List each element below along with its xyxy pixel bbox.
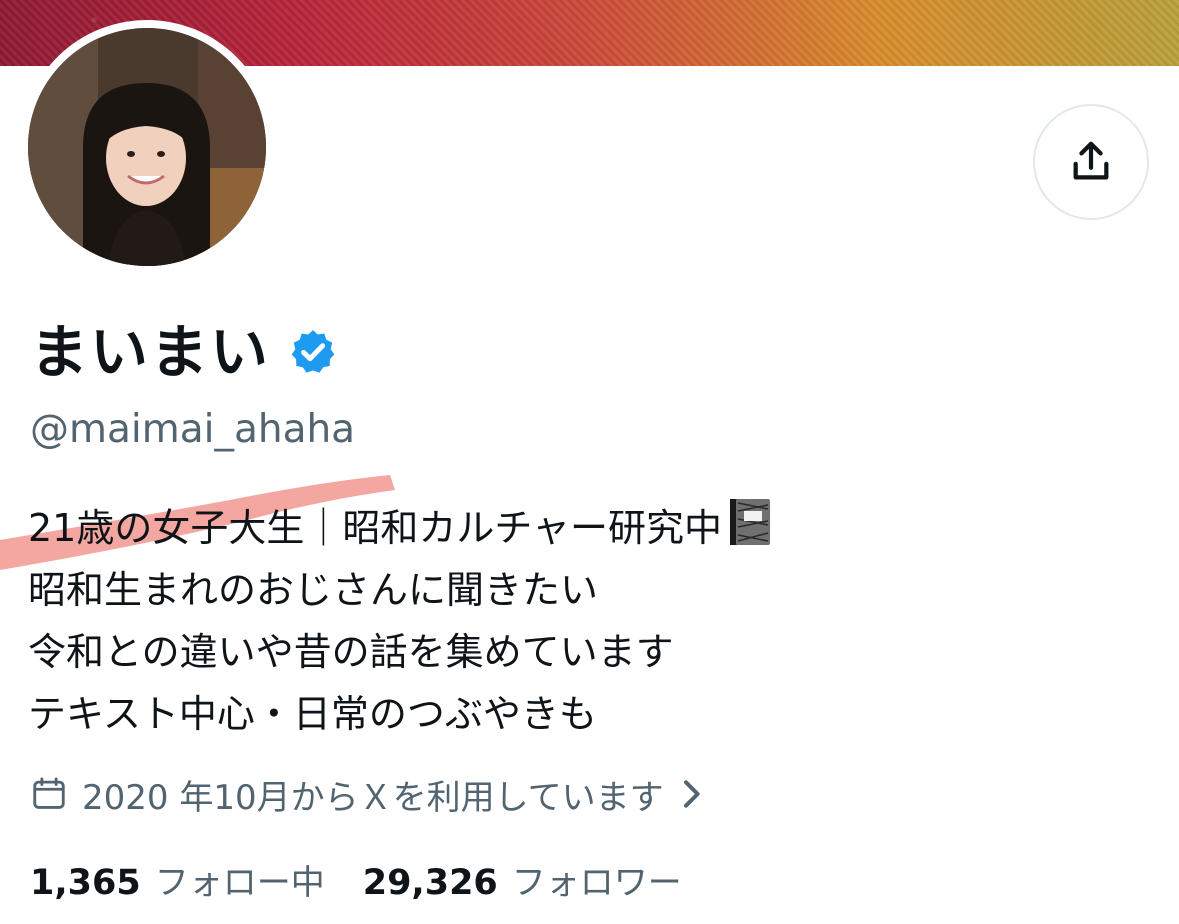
calendar-icon bbox=[33, 777, 65, 809]
bio-line-4: テキスト中心・日常のつぶやきも bbox=[28, 692, 597, 736]
joined-date-link[interactable]: 2020 年10月からＸを利用しています bbox=[30, 768, 702, 820]
avatar[interactable] bbox=[28, 28, 266, 266]
followers-count: 29,326 bbox=[362, 862, 498, 903]
joined-text: 2020 年10月からＸを利用しています bbox=[82, 777, 664, 818]
following-label: フォロー中 bbox=[154, 862, 325, 903]
bio-line-1-text: 21歳の女子大生｜昭和カルチャー研究中 bbox=[28, 506, 722, 550]
bio-line-3: 令和との違いや昔の話を集めています bbox=[28, 630, 674, 674]
handle: @maimai_ahaha bbox=[30, 407, 356, 452]
following-count: 1,365 bbox=[30, 862, 141, 903]
bio-line-2: 昭和生まれのおじさんに聞きたい bbox=[28, 568, 599, 612]
follow-stats: 1,365 フォロー中 29,326 フォロワー bbox=[30, 852, 720, 906]
notebook-icon bbox=[729, 499, 770, 545]
verified-badge-icon[interactable] bbox=[288, 327, 338, 377]
following-link[interactable]: 1,365 フォロー中 bbox=[30, 855, 325, 904]
avatar-photo bbox=[28, 28, 266, 266]
share-upload-icon bbox=[1073, 141, 1109, 180]
display-name: まいまい bbox=[30, 318, 271, 386]
name-row: まいまい bbox=[30, 316, 338, 388]
bio: 21歳の女子大生｜昭和カルチャー研究中 昭和生まれのおじさんに聞きたい 令和との… bbox=[28, 497, 772, 745]
followers-label: フォロワー bbox=[511, 862, 682, 903]
share-button[interactable] bbox=[1033, 104, 1149, 220]
bio-line-1: 21歳の女子大生｜昭和カルチャー研究中 bbox=[28, 497, 772, 559]
chevron-right-icon bbox=[683, 780, 700, 808]
followers-link[interactable]: 29,326 フォロワー bbox=[363, 855, 682, 904]
avatar-container[interactable] bbox=[20, 20, 274, 274]
